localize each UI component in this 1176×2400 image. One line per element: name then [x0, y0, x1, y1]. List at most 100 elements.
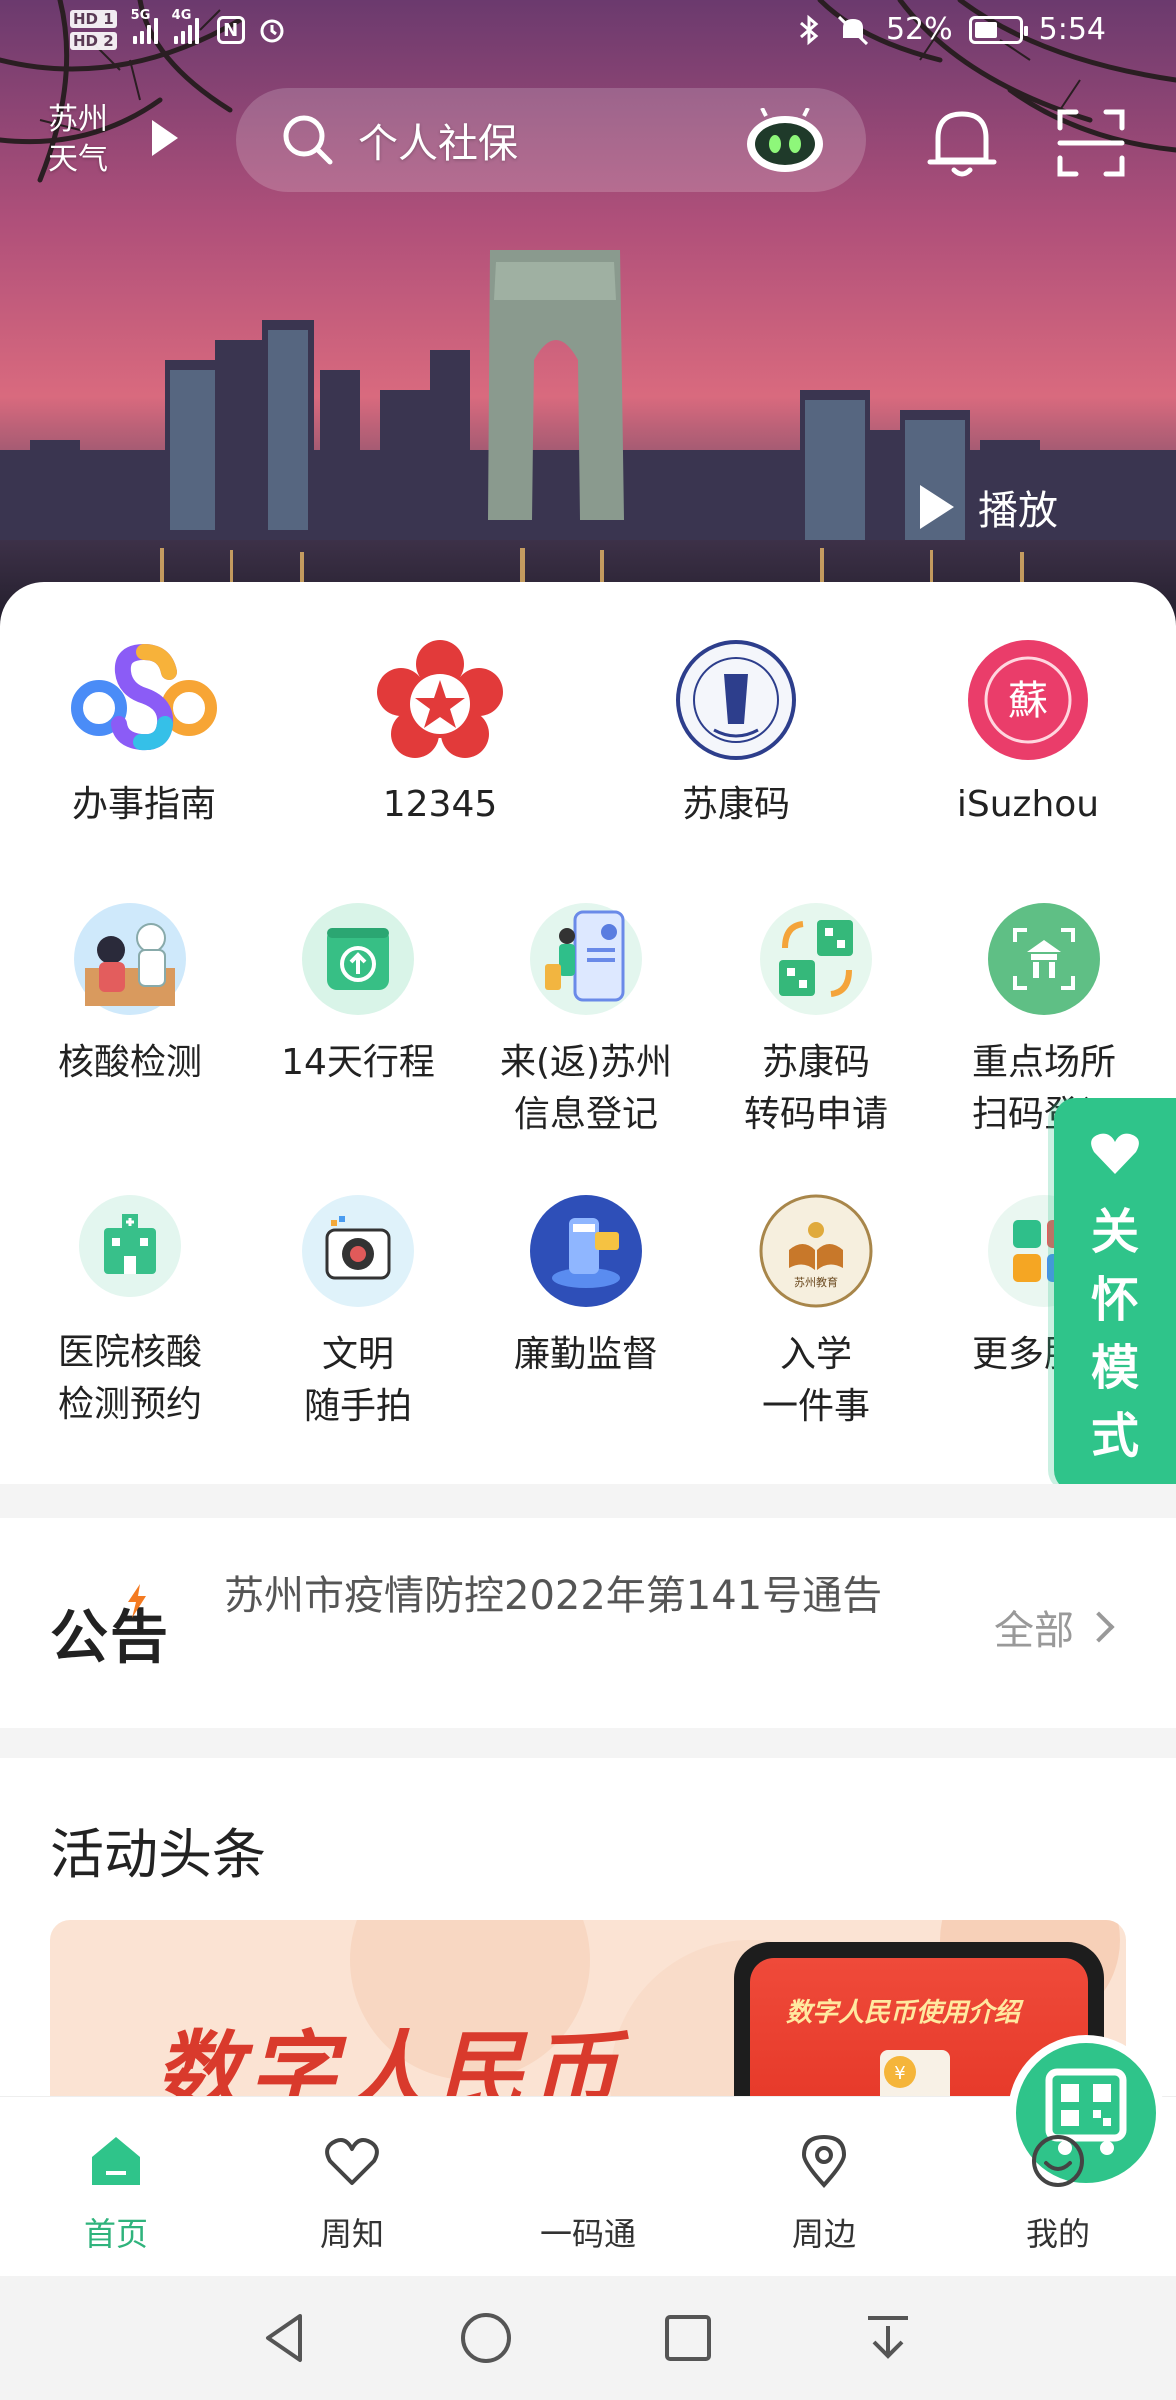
service-label: iSuzhou [956, 784, 1100, 825]
recent-apps-icon[interactable] [658, 2308, 718, 2368]
home-circle-icon[interactable] [456, 2308, 516, 2368]
civility-photo-service[interactable]: 文明 随手拍 [268, 1194, 448, 1433]
activity-section-title: 活动头条 [50, 1823, 266, 1886]
system-navigation-bar [0, 2276, 1176, 2400]
smiley-icon [1032, 2135, 1084, 2187]
scan-icon[interactable] [1056, 108, 1126, 178]
nav-nearby[interactable]: 周边 [734, 2097, 914, 2277]
care-mode-label: 关 怀 模 式 [1090, 1204, 1139, 1464]
service-label-1: 14天行程 [281, 1042, 435, 1083]
heart-icon [325, 2138, 379, 2185]
battery-icon [968, 15, 1028, 44]
service-label-1: 廉勤监督 [513, 1334, 658, 1375]
service-label: 办事指南 [71, 784, 216, 825]
notification-bell-icon[interactable] [926, 104, 998, 180]
service-label-2: 随手拍 [303, 1386, 412, 1427]
battery-percent: 52% [885, 12, 953, 47]
hospital-icon [79, 1195, 181, 1297]
health-commission-seal-icon [676, 640, 796, 760]
app-screen: HD 1 HD 2 5G 4G N 52% 5:54 苏州 天气 个人社保 播放… [0, 0, 1176, 2400]
play-icon [920, 485, 954, 529]
hero-banner[interactable]: HD 1 HD 2 5G 4G N 52% 5:54 苏州 天气 个人社保 播放 [0, 0, 1176, 640]
svg-text:蘇: 蘇 [1008, 678, 1048, 724]
alarm-icon [260, 19, 284, 43]
mute-bell-icon [837, 15, 868, 45]
bottom-nav: 首页 周知 一码通 周边 我的 [0, 2035, 1176, 2277]
announcement-text[interactable]: 苏州市疫情防控2022年第141号通告 [224, 1568, 924, 1624]
service-label-1: 入学 [779, 1334, 852, 1375]
nucleic-test-icon [74, 903, 186, 1015]
nfc-icon: N [216, 16, 245, 44]
red-star-hotline-icon [377, 640, 503, 758]
weather-play-icon[interactable] [152, 120, 178, 156]
travel-record-icon [302, 903, 414, 1015]
code-conversion-icon [760, 903, 872, 1015]
nav-label: 一码通 [539, 2215, 636, 2253]
service-label-2: 检测预约 [57, 1384, 202, 1425]
status-bar: HD 1 HD 2 5G 4G N 52% 5:54 [0, 0, 1176, 72]
activity-banner[interactable]: 数字人民币 数字人民币使用介绍 ¥ [50, 1920, 1126, 2100]
service-label-1: 重点场所 [971, 1042, 1116, 1083]
isuzhou[interactable]: 蘇 iSuzhou [928, 638, 1128, 831]
notification-pull-icon[interactable] [858, 2308, 918, 2368]
location-pin-icon [801, 2134, 847, 2188]
service-guide[interactable]: 办事指南 [44, 638, 244, 831]
bluetooth-icon [799, 14, 819, 45]
back-icon[interactable] [256, 2308, 316, 2368]
announcement-logo: 公告 [50, 1584, 170, 1674]
ai-assistant-robot-icon[interactable] [744, 108, 826, 174]
nucleic-test-service[interactable]: 核酸检测 [40, 902, 220, 1089]
nav-label: 周知 [319, 2215, 384, 2253]
weather-widget[interactable]: 苏州 天气 [48, 100, 108, 180]
service-label-2: 一件事 [761, 1386, 870, 1427]
nav-label: 首页 [83, 2215, 148, 2253]
hd-volte-indicator: HD 1 HD 2 [70, 8, 117, 52]
service-label-2: 信息登记 [513, 1094, 658, 1135]
nav-home[interactable]: 首页 [26, 2097, 206, 2277]
service-label-1: 文明 [321, 1334, 394, 1375]
services-card: 办事指南 12345 苏康码 蘇 iSuzhou 核酸检测 14天行程 来(返)… [0, 582, 1176, 1482]
signal-4g-icon: 4G [172, 8, 199, 44]
service-label-1: 来(返)苏州 [499, 1042, 673, 1083]
svg-text:苏州教育: 苏州教育 [794, 1275, 838, 1289]
su-character-badge-icon: 蘇 [968, 640, 1088, 760]
integrity-supervision-service[interactable]: 廉勤监督 [486, 1194, 686, 1381]
clock: 5:54 [1038, 12, 1106, 47]
travel-14-days-service[interactable]: 14天行程 [268, 902, 448, 1089]
care-mode-button[interactable]: 关 怀 模 式 [1054, 1098, 1176, 1492]
service-label-1: 苏康码 [761, 1042, 870, 1083]
banner-phone-title: 数字人民币使用介绍 [786, 1998, 1021, 2028]
school-enrollment-service[interactable]: 苏州教育 入学 一件事 [716, 1194, 916, 1433]
colorful-s-logo-icon [71, 643, 217, 751]
yuan-coin-icon: ¥ [880, 2050, 950, 2100]
home-icon [92, 2137, 140, 2185]
weather-city: 苏州 [48, 102, 108, 137]
play-video-button[interactable]: 播放 [920, 478, 1058, 536]
su-kang-code[interactable]: 苏康码 [636, 638, 836, 831]
nav-notices[interactable]: 周知 [262, 2097, 442, 2277]
code-conversion-service[interactable]: 苏康码 转码申请 [716, 902, 916, 1141]
service-label-2: 转码申请 [743, 1094, 888, 1135]
svg-text:¥: ¥ [894, 2063, 905, 2084]
search-icon [283, 115, 333, 165]
announcement-bar[interactable]: 公告 苏州市疫情防控2022年第141号通告 全部 [0, 1518, 1176, 1728]
nav-one-code[interactable]: 一码通 [498, 2035, 1164, 2277]
signal-5g-icon: 5G [131, 8, 158, 44]
venue-scan-icon [988, 903, 1100, 1015]
nav-mine[interactable]: 我的 [968, 2097, 1148, 2277]
lightning-icon [128, 1584, 146, 1618]
section-divider [0, 1728, 1176, 1758]
camera-icon [302, 1195, 414, 1307]
hospital-test-booking-service[interactable]: 医院核酸 检测预约 [40, 1194, 220, 1431]
view-all-label: 全部 [994, 1608, 1074, 1654]
hotline-12345[interactable]: 12345 [340, 638, 540, 831]
heart-icon [1091, 1133, 1139, 1174]
nav-label: 我的 [1025, 2215, 1090, 2253]
nav-label: 周边 [791, 2215, 856, 2253]
service-label-1: 核酸检测 [57, 1042, 202, 1083]
search-input[interactable]: 个人社保 [358, 111, 518, 169]
arrival-registration-service[interactable]: 来(返)苏州 信息登记 [486, 902, 686, 1141]
view-all-link[interactable]: 全部 [994, 1598, 1115, 1656]
section-divider [0, 1484, 1176, 1518]
banner-headline: 数字人民币 [154, 2021, 625, 2100]
